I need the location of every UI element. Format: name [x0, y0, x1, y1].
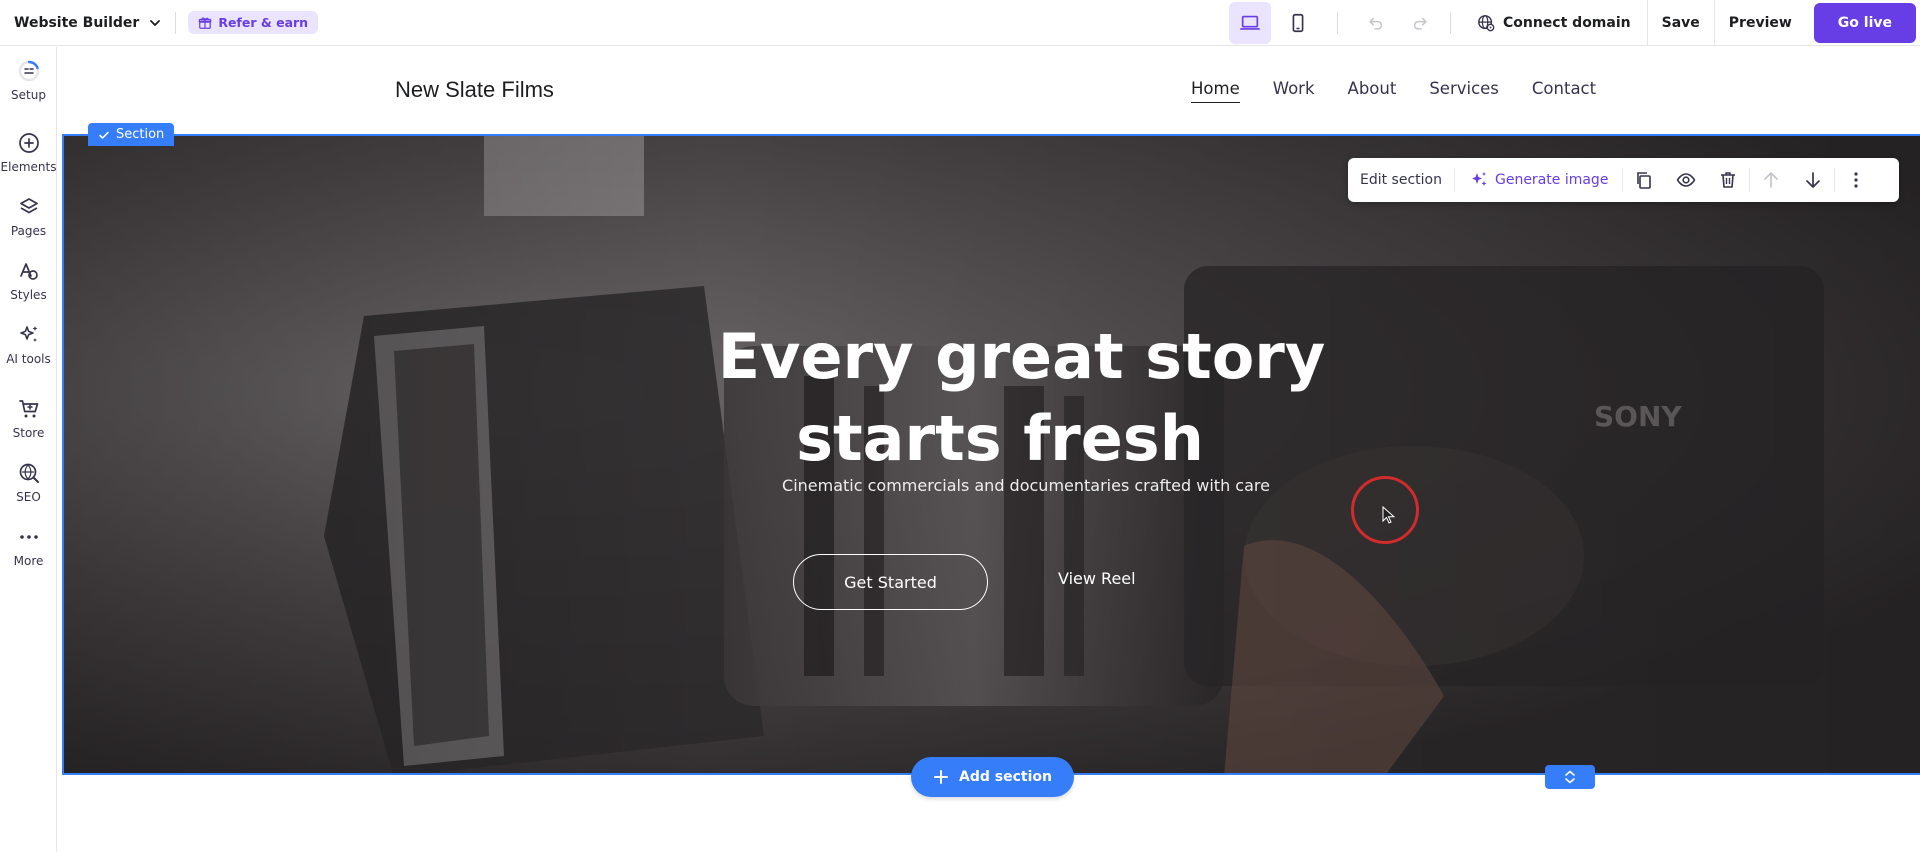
sidebar-item-setup[interactable]: Setup — [0, 59, 57, 102]
hero-heading-line-1: Every great story — [717, 320, 1326, 393]
styles-icon — [19, 263, 38, 280]
sparkles-icon — [1471, 172, 1487, 186]
connect-domain-button[interactable]: Connect domain — [1477, 14, 1631, 32]
sidebar-label: Pages — [10, 224, 47, 238]
eye-icon — [1677, 173, 1696, 187]
get-started-button[interactable]: Get Started — [793, 554, 988, 610]
site-nav: Home Work About Services Contact — [1191, 79, 1596, 103]
hero-subtitle[interactable]: Cinematic commercials and documentaries … — [97, 476, 1920, 495]
mouse-cursor-icon — [1382, 506, 1396, 524]
sidebar-item-seo[interactable]: SEO — [0, 461, 57, 504]
sidebar-label: Setup — [11, 88, 46, 102]
view-reel-button[interactable]: View Reel — [1058, 569, 1136, 588]
hero-heading-line-2: starts fresh — [796, 402, 1204, 475]
section-selection-tag[interactable]: Section — [88, 123, 175, 146]
resize-vertical-icon — [1565, 770, 1575, 784]
layers-icon — [19, 198, 38, 214]
sidebar-item-elements[interactable]: Elements — [0, 131, 57, 174]
move-section-down-button[interactable] — [1792, 158, 1834, 202]
trash-icon — [1721, 172, 1736, 188]
chevron-down-icon — [150, 19, 161, 26]
sidebar-item-store[interactable]: Store — [0, 397, 57, 440]
nav-link-services[interactable]: Services — [1429, 79, 1499, 103]
sidebar-label: More — [13, 554, 44, 568]
more-icon — [19, 535, 38, 539]
undo-button[interactable] — [1358, 5, 1394, 41]
section-more-options-button[interactable] — [1835, 158, 1877, 202]
sidebar-label: Store — [12, 426, 45, 440]
cart-icon — [18, 400, 38, 418]
go-live-button[interactable]: Go live — [1813, 3, 1916, 43]
gift-icon — [199, 16, 212, 29]
sidebar-label: Elements — [0, 160, 57, 174]
phone-icon — [1292, 13, 1304, 33]
sidebar-label: SEO — [16, 490, 41, 504]
add-section-label: Add section — [959, 769, 1052, 785]
sidebar-item-more[interactable]: More — [0, 525, 57, 568]
arrow-down-icon — [1806, 172, 1821, 188]
redo-button[interactable] — [1402, 5, 1438, 41]
generate-image-button[interactable]: Generate image — [1453, 168, 1622, 192]
divider — [1336, 12, 1338, 34]
undo-icon — [1369, 17, 1383, 30]
plus-circle-icon — [18, 133, 39, 153]
section-resize-handle[interactable] — [1545, 765, 1595, 789]
plus-icon — [934, 770, 949, 784]
site-header[interactable]: New Slate Films Home Work About Services… — [58, 47, 1920, 133]
sidebar-item-ai-tools[interactable]: AI tools — [0, 323, 57, 366]
section-tag-label: Section — [116, 127, 165, 142]
setup-icon — [18, 60, 39, 82]
laptop-icon — [1239, 15, 1260, 30]
refer-label: Refer & earn — [218, 15, 309, 30]
site-logo[interactable]: New Slate Films — [395, 77, 554, 103]
preview-button[interactable]: Preview — [1713, 0, 1806, 46]
nav-link-work[interactable]: Work — [1273, 79, 1315, 103]
hero-heading[interactable]: Every great story starts fresh — [64, 316, 1920, 480]
generate-image-label: Generate image — [1494, 172, 1609, 188]
top-actions: Connect domain Save Preview Go live — [1228, 0, 1920, 46]
duplicate-section-button[interactable] — [1623, 158, 1665, 202]
desktop-view-button[interactable] — [1228, 2, 1271, 44]
edit-section-button[interactable]: Edit section — [1348, 158, 1454, 202]
sidebar-label: Styles — [10, 288, 47, 302]
copy-icon — [1637, 172, 1652, 189]
kebab-menu-icon — [1854, 172, 1859, 188]
top-bar: Website Builder Refer & earn Connect dom… — [0, 0, 1920, 46]
divider — [1449, 12, 1451, 34]
move-section-up-button[interactable] — [1750, 158, 1792, 202]
section-toolbar: Edit section Generate image — [1348, 158, 1899, 202]
sparkles-icon — [19, 326, 37, 342]
hero-section[interactable]: SONY Every great story starts fresh Cine… — [62, 134, 1920, 775]
nav-link-home[interactable]: Home — [1191, 79, 1240, 103]
delete-section-button[interactable] — [1707, 158, 1749, 202]
arrow-up-icon — [1764, 172, 1779, 188]
nav-link-about[interactable]: About — [1348, 79, 1397, 103]
globe-settings-icon — [1478, 15, 1495, 32]
connect-domain-label: Connect domain — [1502, 15, 1631, 31]
redo-icon — [1413, 17, 1427, 30]
nav-link-contact[interactable]: Contact — [1532, 79, 1596, 103]
left-sidebar: Setup Elements Pages Styles AI tools Sto… — [0, 47, 57, 852]
sidebar-item-pages[interactable]: Pages — [0, 195, 57, 238]
sidebar-item-styles[interactable]: Styles — [0, 259, 57, 302]
seo-icon — [19, 463, 39, 483]
save-button[interactable]: Save — [1646, 0, 1714, 46]
hide-section-button[interactable] — [1665, 158, 1707, 202]
app-switcher[interactable]: Website Builder — [14, 15, 163, 31]
refer-earn-button[interactable]: Refer & earn — [188, 11, 319, 34]
sidebar-label: AI tools — [6, 352, 51, 366]
divider — [175, 11, 177, 34]
check-icon — [99, 131, 109, 139]
app-name: Website Builder — [14, 14, 140, 31]
add-section-button[interactable]: Add section — [911, 757, 1074, 797]
mobile-view-button[interactable] — [1277, 2, 1319, 44]
